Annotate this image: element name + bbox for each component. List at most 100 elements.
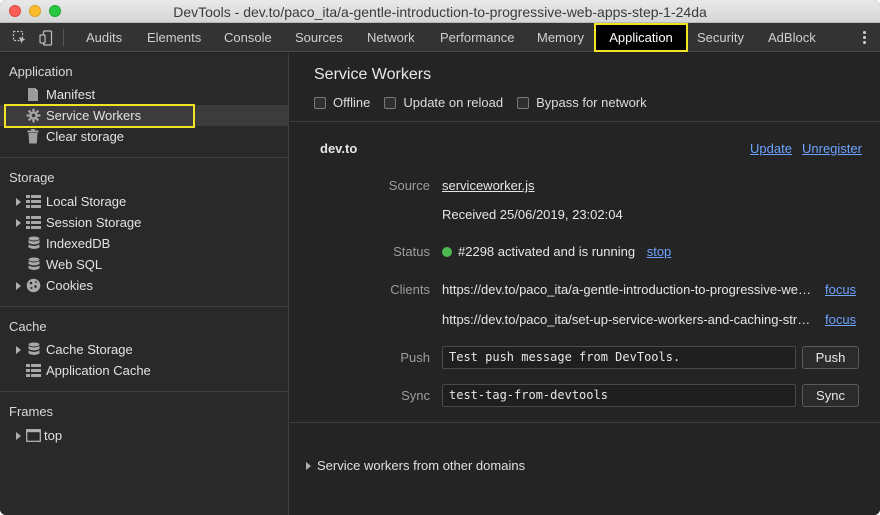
- database-icon: [28, 342, 40, 360]
- expand-arrow-icon[interactable]: [16, 219, 21, 227]
- sidebar-item-label: Cookies: [46, 278, 93, 293]
- section-divider: [0, 306, 288, 307]
- expand-arrow-icon[interactable]: [16, 432, 21, 440]
- frame-icon: [26, 429, 41, 445]
- sidebar-item-cookies[interactable]: Cookies: [0, 275, 288, 296]
- tab-application[interactable]: Application: [594, 23, 688, 52]
- push-message-input[interactable]: Test push message from DevTools.: [442, 346, 796, 369]
- client-url: https://dev.to/paco_ita/set-up-service-w…: [442, 312, 811, 327]
- source-label: Source: [388, 178, 430, 193]
- sidebar-item-label: IndexedDB: [46, 236, 111, 251]
- trash-icon: [27, 129, 39, 147]
- sidebar-item-label: Service Workers: [46, 108, 142, 123]
- database-icon: [28, 236, 40, 254]
- source-file-link[interactable]: serviceworker.js: [442, 178, 534, 193]
- grid-icon: [26, 364, 41, 380]
- bypass-for-network-checkbox[interactable]: Bypass for network: [517, 95, 647, 110]
- panel-header: Service Workers Offline Update on reload…: [290, 53, 880, 122]
- sidebar-item-local-storage[interactable]: Local Storage: [0, 191, 288, 212]
- database-icon: [28, 257, 40, 275]
- section-title-application: Application: [9, 64, 73, 79]
- title-bar: DevTools - dev.to/paco_ita/a-gentle-intr…: [0, 0, 880, 23]
- sidebar-item-label: Manifest: [46, 87, 96, 102]
- other-domains-label: Service workers from other domains: [317, 458, 526, 473]
- checkbox-box[interactable]: [314, 96, 326, 109]
- service-workers-panel: Service Workers Offline Update on reload…: [290, 53, 880, 515]
- expand-arrow-icon[interactable]: [16, 282, 21, 290]
- worker-origin: dev.to: [320, 141, 358, 156]
- offline-checkbox[interactable]: Offline: [314, 95, 370, 110]
- update-on-reload-checkbox[interactable]: Update on reload: [384, 95, 503, 110]
- devtools-tab-bar: Audits Elements Console Sources Network …: [0, 23, 880, 52]
- cookie-icon: [26, 278, 41, 296]
- tab-console[interactable]: Console: [224, 23, 272, 52]
- service-worker-entry: dev.to Update Unregister Source servicew…: [290, 123, 880, 423]
- more-options-icon[interactable]: [858, 23, 870, 52]
- section-title-frames: Frames: [9, 404, 54, 419]
- checkbox-box[interactable]: [384, 96, 397, 109]
- client-url: https://dev.to/paco_ita/a-gentle-introdu…: [442, 282, 812, 297]
- sidebar-item-frame-top[interactable]: top: [0, 425, 288, 446]
- sidebar-item-session-storage[interactable]: Session Storage: [0, 212, 288, 233]
- sidebar-item-manifest[interactable]: Manifest: [0, 84, 288, 105]
- focus-client-link[interactable]: focus: [825, 312, 856, 327]
- sync-label: Sync: [401, 388, 430, 403]
- tab-network[interactable]: Network: [367, 23, 415, 52]
- expand-arrow-icon[interactable]: [16, 346, 21, 354]
- window-title: DevTools - dev.to/paco_ita/a-gentle-intr…: [173, 4, 707, 20]
- tab-adblock[interactable]: AdBlock: [768, 23, 816, 52]
- expand-arrow-icon[interactable]: [306, 461, 311, 470]
- clients-label: Clients: [390, 282, 430, 297]
- grid-icon: [26, 216, 41, 232]
- devtools-window: DevTools - dev.to/paco_ita/a-gentle-intr…: [0, 0, 880, 515]
- checkbox-label: Offline: [333, 95, 371, 110]
- toolbar-divider: [63, 29, 64, 46]
- file-icon: [27, 87, 39, 105]
- gear-icon: [26, 108, 41, 126]
- inspect-element-icon[interactable]: [9, 23, 29, 52]
- expand-arrow-icon[interactable]: [16, 198, 21, 206]
- status-value: #2298 activated and is running stop: [442, 244, 671, 259]
- other-domains-toggle[interactable]: Service workers from other domains: [306, 458, 525, 473]
- checkbox-label: Bypass for network: [536, 95, 647, 110]
- sidebar-item-web-sql[interactable]: Web SQL: [0, 254, 288, 275]
- push-button[interactable]: Push: [802, 346, 859, 369]
- options-row: Offline Update on reload Bypass for netw…: [314, 95, 661, 110]
- tab-elements[interactable]: Elements: [147, 23, 201, 52]
- sidebar-item-label: Cache Storage: [46, 342, 133, 357]
- tab-security[interactable]: Security: [697, 23, 744, 52]
- section-divider: [0, 391, 288, 392]
- sidebar-item-label: Web SQL: [46, 257, 103, 272]
- checkbox-label: Update on reload: [403, 95, 504, 110]
- sidebar-item-cache-storage[interactable]: Cache Storage: [0, 339, 288, 360]
- sync-button[interactable]: Sync: [802, 384, 859, 407]
- sidebar-item-label: Clear storage: [46, 129, 125, 144]
- checkbox-box[interactable]: [517, 96, 530, 109]
- sidebar-item-label: Application Cache: [46, 363, 151, 378]
- sidebar-item-label: top: [44, 428, 63, 443]
- section-title-cache: Cache: [9, 319, 47, 334]
- sidebar-item-label: Local Storage: [46, 194, 127, 209]
- stop-link[interactable]: stop: [647, 244, 672, 259]
- unregister-link[interactable]: Unregister: [802, 141, 862, 156]
- push-label: Push: [400, 350, 430, 365]
- sidebar-item-service-workers[interactable]: Service Workers: [0, 105, 288, 126]
- status-label: Status: [393, 244, 430, 259]
- status-text: #2298 activated and is running: [458, 244, 636, 259]
- tab-performance[interactable]: Performance: [440, 23, 514, 52]
- received-timestamp: Received 25/06/2019, 23:02:04: [442, 207, 623, 222]
- panel-title: Service Workers: [314, 66, 432, 83]
- sync-tag-input[interactable]: test-tag-from-devtools: [442, 384, 796, 407]
- tab-memory[interactable]: Memory: [537, 23, 584, 52]
- focus-client-link[interactable]: focus: [825, 282, 856, 297]
- sidebar-item-application-cache[interactable]: Application Cache: [0, 360, 288, 381]
- section-divider: [0, 157, 288, 158]
- device-toolbar-icon[interactable]: [36, 23, 56, 52]
- tab-sources[interactable]: Sources: [295, 23, 343, 52]
- sidebar-item-indexeddb[interactable]: IndexedDB: [0, 233, 288, 254]
- sidebar-item-clear-storage[interactable]: Clear storage: [0, 126, 288, 147]
- status-running-dot: [442, 247, 452, 257]
- sidebar-item-label: Session Storage: [46, 215, 142, 230]
- update-link[interactable]: Update: [750, 141, 792, 156]
- tab-audits[interactable]: Audits: [86, 23, 122, 52]
